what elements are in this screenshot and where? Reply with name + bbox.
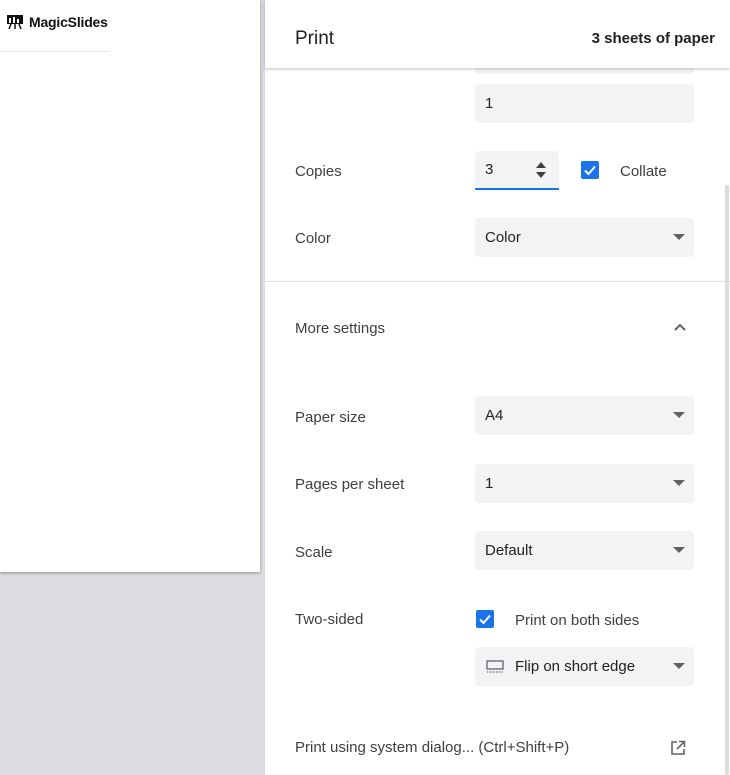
preview-page: MagicSlides xyxy=(0,0,260,572)
print-settings-panel: Print 3 sheets of paper 1 Copies 3 Colla… xyxy=(265,0,730,775)
flip-short-edge-icon xyxy=(485,659,505,675)
collate-label: Collate xyxy=(620,163,667,180)
brand-divider xyxy=(0,51,110,52)
color-select-value: Color xyxy=(485,229,521,246)
open-in-new-icon[interactable] xyxy=(669,739,687,757)
spin-up-icon[interactable] xyxy=(536,162,546,168)
flip-edge-select[interactable]: Flip on short edge xyxy=(475,647,694,686)
collate-checkbox[interactable] xyxy=(581,161,599,179)
flip-edge-value: Flip on short edge xyxy=(515,658,636,675)
scale-label: Scale xyxy=(295,544,333,561)
section-divider xyxy=(265,281,730,282)
paper-size-select[interactable]: A4 xyxy=(475,396,694,435)
two-sided-label: Two-sided xyxy=(295,611,364,628)
scale-select[interactable]: Default xyxy=(475,531,694,570)
copies-label: Copies xyxy=(295,163,342,180)
system-dialog-link[interactable]: Print using system dialog... (Ctrl+Shift… xyxy=(295,739,569,756)
checkmark-icon xyxy=(479,614,491,625)
pages-per-sheet-select[interactable]: 1 xyxy=(475,464,694,503)
pages-per-sheet-value: 1 xyxy=(485,475,494,492)
paper-size-label: Paper size xyxy=(295,409,366,426)
chevron-up-icon[interactable] xyxy=(672,320,688,332)
dropdown-arrow-icon xyxy=(673,480,685,486)
pages-per-sheet-label: Pages per sheet xyxy=(295,476,405,493)
scrollbar[interactable] xyxy=(725,185,729,775)
checkmark-icon xyxy=(584,165,596,176)
spinner-icon[interactable] xyxy=(535,161,547,179)
sheets-count: 3 sheets of paper xyxy=(591,30,715,47)
dropdown-arrow-icon xyxy=(673,663,685,669)
color-label: Color xyxy=(295,230,331,247)
copies-value: 3 xyxy=(485,161,494,178)
copies-stepper[interactable]: 3 xyxy=(475,151,559,190)
panel-header: Print 3 sheets of paper xyxy=(265,0,730,68)
color-select[interactable]: Color xyxy=(475,218,694,257)
print-preview-area: MagicSlides xyxy=(0,0,265,775)
two-sided-checkbox-label: Print on both sides xyxy=(515,612,640,629)
spin-down-icon[interactable] xyxy=(536,172,546,178)
pages-input-value: 1 xyxy=(485,95,494,112)
dropdown-arrow-icon xyxy=(673,547,685,553)
dropdown-arrow-icon xyxy=(673,412,685,418)
brand-name: MagicSlides xyxy=(29,14,108,30)
pages-input[interactable]: 1 xyxy=(475,84,694,123)
dropdown-arrow-icon xyxy=(673,234,685,240)
brand: MagicSlides xyxy=(6,14,108,30)
presentation-board-icon xyxy=(6,14,24,30)
page-title: Print xyxy=(295,28,335,49)
paper-size-value: A4 xyxy=(485,407,504,424)
scale-value: Default xyxy=(485,542,533,559)
two-sided-checkbox[interactable] xyxy=(476,610,494,628)
more-settings-toggle[interactable]: More settings xyxy=(295,320,385,337)
